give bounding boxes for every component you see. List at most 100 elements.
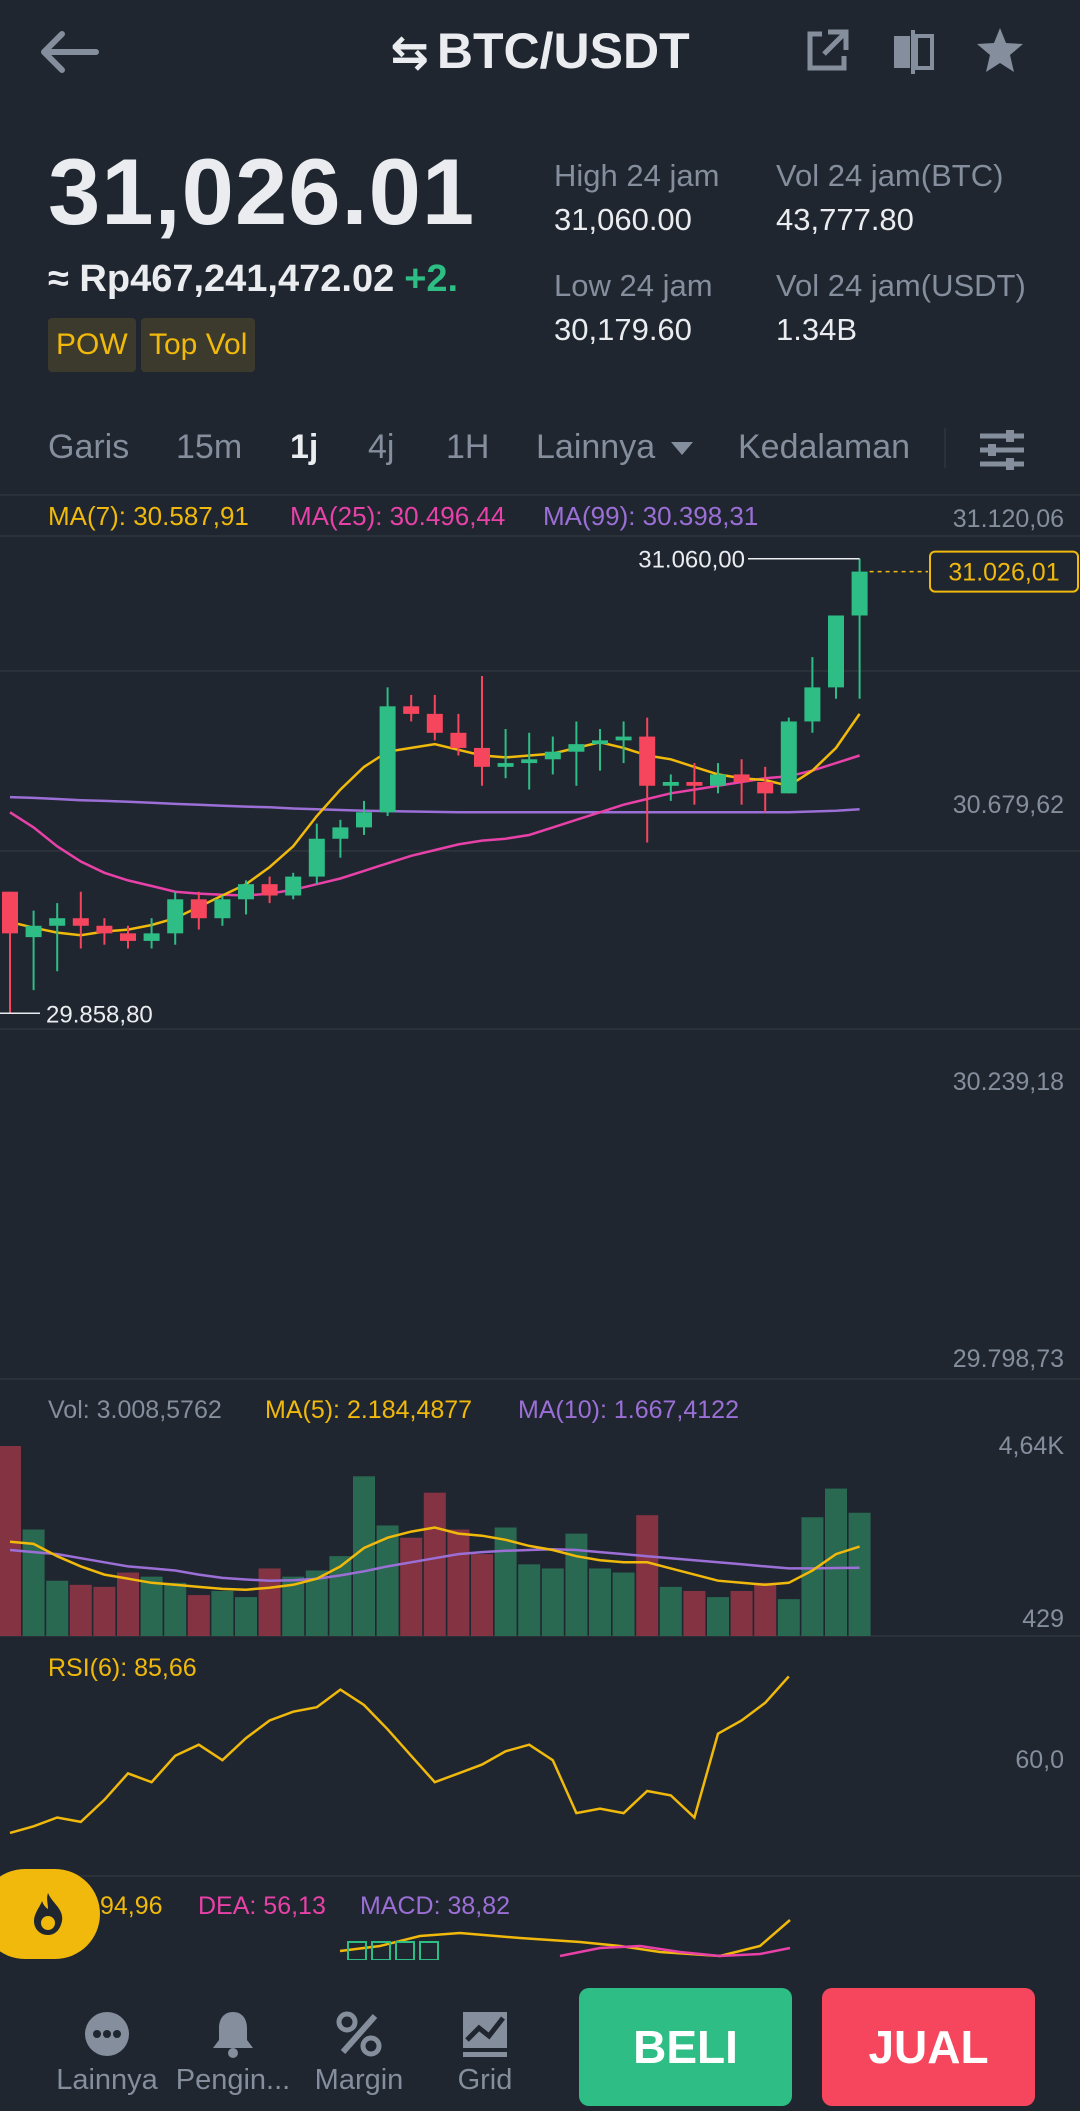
candle-body [757, 781, 774, 794]
candle-body [521, 759, 538, 764]
candle-body [261, 884, 278, 896]
nav-lainnya-label: Lainnya [56, 2064, 158, 2096]
volume-bar [164, 1582, 187, 1636]
candle-body [96, 925, 113, 934]
candle-body [143, 933, 160, 941]
candle-body [710, 774, 726, 786]
candle-body [450, 732, 467, 748]
candle-body [592, 740, 608, 745]
settings-sliders-icon[interactable] [978, 428, 1026, 472]
volume-bar [589, 1568, 611, 1636]
tag-top-vol[interactable]: Top Vol [141, 318, 256, 372]
macd-dif-legend: 94,96 [100, 1892, 163, 1920]
tab-1h[interactable]: 1H [446, 428, 489, 467]
volume-bar [518, 1564, 541, 1636]
ma7-line [9, 713, 861, 937]
bell-icon [213, 2012, 253, 2058]
min-price-label: 29.858,80 [46, 1001, 153, 1028]
tag-pow[interactable]: POW [48, 318, 136, 372]
vol-axis-label: 429 [1022, 1605, 1064, 1633]
candle-body [285, 876, 302, 896]
candle-body [568, 744, 585, 752]
percent-icon [336, 2011, 382, 2057]
volume-bar [659, 1586, 682, 1636]
candle-body [2, 891, 18, 934]
rsi-legend: RSI(6): 85,66 [48, 1654, 197, 1682]
price-change: +2. [404, 258, 459, 300]
ma7-legend: MA(7): 30.587,91 [48, 501, 249, 531]
nav-grid[interactable]: Grid [420, 2010, 550, 2097]
volume-bar [400, 1537, 423, 1636]
volume-bar [541, 1568, 564, 1636]
volume-bar [471, 1554, 493, 1636]
share-icon[interactable] [804, 28, 850, 74]
fiat-value: ≈ Rp467,241,472.02 [48, 258, 395, 300]
nav-lainnya[interactable]: Lainnya [42, 2010, 172, 2097]
candle-body [780, 721, 797, 794]
promo-fab[interactable] [0, 1869, 100, 1959]
low-24h-value: 30,179.60 [554, 312, 692, 347]
nav-alerts[interactable]: Pengin... [168, 2010, 298, 2097]
buy-button[interactable]: BELI [579, 1988, 792, 2106]
ma99-legend: MA(99): 30.398,31 [543, 501, 758, 531]
vol-btc-value: 43,777.80 [776, 202, 914, 237]
macd-dea-legend: DEA: 56,13 [198, 1892, 326, 1920]
flame-icon [34, 1893, 63, 1935]
y-axis-label: 31.120,06 [953, 505, 1064, 533]
y-axis-label: 29.798,73 [953, 1345, 1064, 1373]
max-price-label: 31.060,00 [638, 547, 745, 574]
volume-bar [707, 1597, 729, 1636]
candle-body [662, 781, 679, 786]
compare-icon[interactable] [890, 28, 936, 76]
nav-grid-label: Grid [457, 2064, 513, 2096]
volume-bar [730, 1590, 753, 1636]
volume-bar [187, 1595, 210, 1636]
candle-body [167, 899, 184, 934]
tab-lainnya-label: Lainnya [536, 428, 656, 466]
top-bar: ⇆ BTC/USDT [0, 0, 1080, 110]
candle-body [308, 838, 325, 877]
vol-usdt-value: 1.34B [776, 312, 858, 347]
volume-bar [612, 1572, 635, 1636]
vol-usdt-label: Vol 24 jam(USDT) [776, 268, 1026, 303]
vol-ma10-legend: MA(10): 1.667,4122 [518, 1396, 739, 1424]
nav-margin-label: Margin [314, 2064, 404, 2096]
candle-body [190, 899, 207, 919]
last-price-badge-text: 31.026,01 [948, 559, 1059, 587]
tab-4j[interactable]: 4j [368, 428, 394, 467]
volume-bar [754, 1582, 777, 1636]
candle-body [615, 736, 632, 741]
volume-bar [801, 1517, 824, 1636]
volume-bar [636, 1515, 659, 1636]
candle-body [214, 899, 231, 919]
candle-body [497, 763, 514, 767]
tab-lainnya[interactable]: Lainnya [536, 428, 693, 467]
volume-bar [329, 1556, 352, 1636]
caret-down-icon [670, 442, 693, 456]
swap-icon: ⇆ [390, 26, 429, 78]
favorite-star-icon[interactable] [975, 26, 1025, 74]
volume-bar [93, 1586, 116, 1636]
candle-body [639, 736, 656, 786]
sell-button[interactable]: JUAL [822, 1988, 1035, 2106]
candle-body [733, 774, 750, 782]
volume-bar [848, 1512, 871, 1636]
tab-kedalaman[interactable]: Kedalaman [738, 428, 910, 467]
volume-bar [777, 1599, 800, 1636]
candle-body [120, 933, 136, 941]
volume-bar [235, 1597, 257, 1636]
more-dots-icon [85, 2012, 129, 2056]
volume-bar [683, 1590, 706, 1636]
nav-margin[interactable]: Margin [294, 2010, 424, 2097]
tab-garis[interactable]: Garis [48, 428, 129, 467]
candle-body [426, 713, 443, 733]
high-24h-label: High 24 jam [554, 158, 720, 193]
macd-histogram-bar [419, 1941, 439, 1960]
candlestick-chart[interactable]: MA(7): 30.587,91 MA(25): 30.496,44 MA(99):… [0, 496, 1080, 1960]
tab-1j[interactable]: 1j [290, 428, 318, 467]
vol-legend: Vol: 3.008,5762 [48, 1396, 222, 1424]
volume-bar [353, 1476, 375, 1636]
high-24h-value: 31,060.00 [554, 202, 692, 237]
tab-15m[interactable]: 15m [176, 428, 242, 467]
fiat-price: ≈ Rp467,241,472.02 +2. [48, 258, 458, 301]
